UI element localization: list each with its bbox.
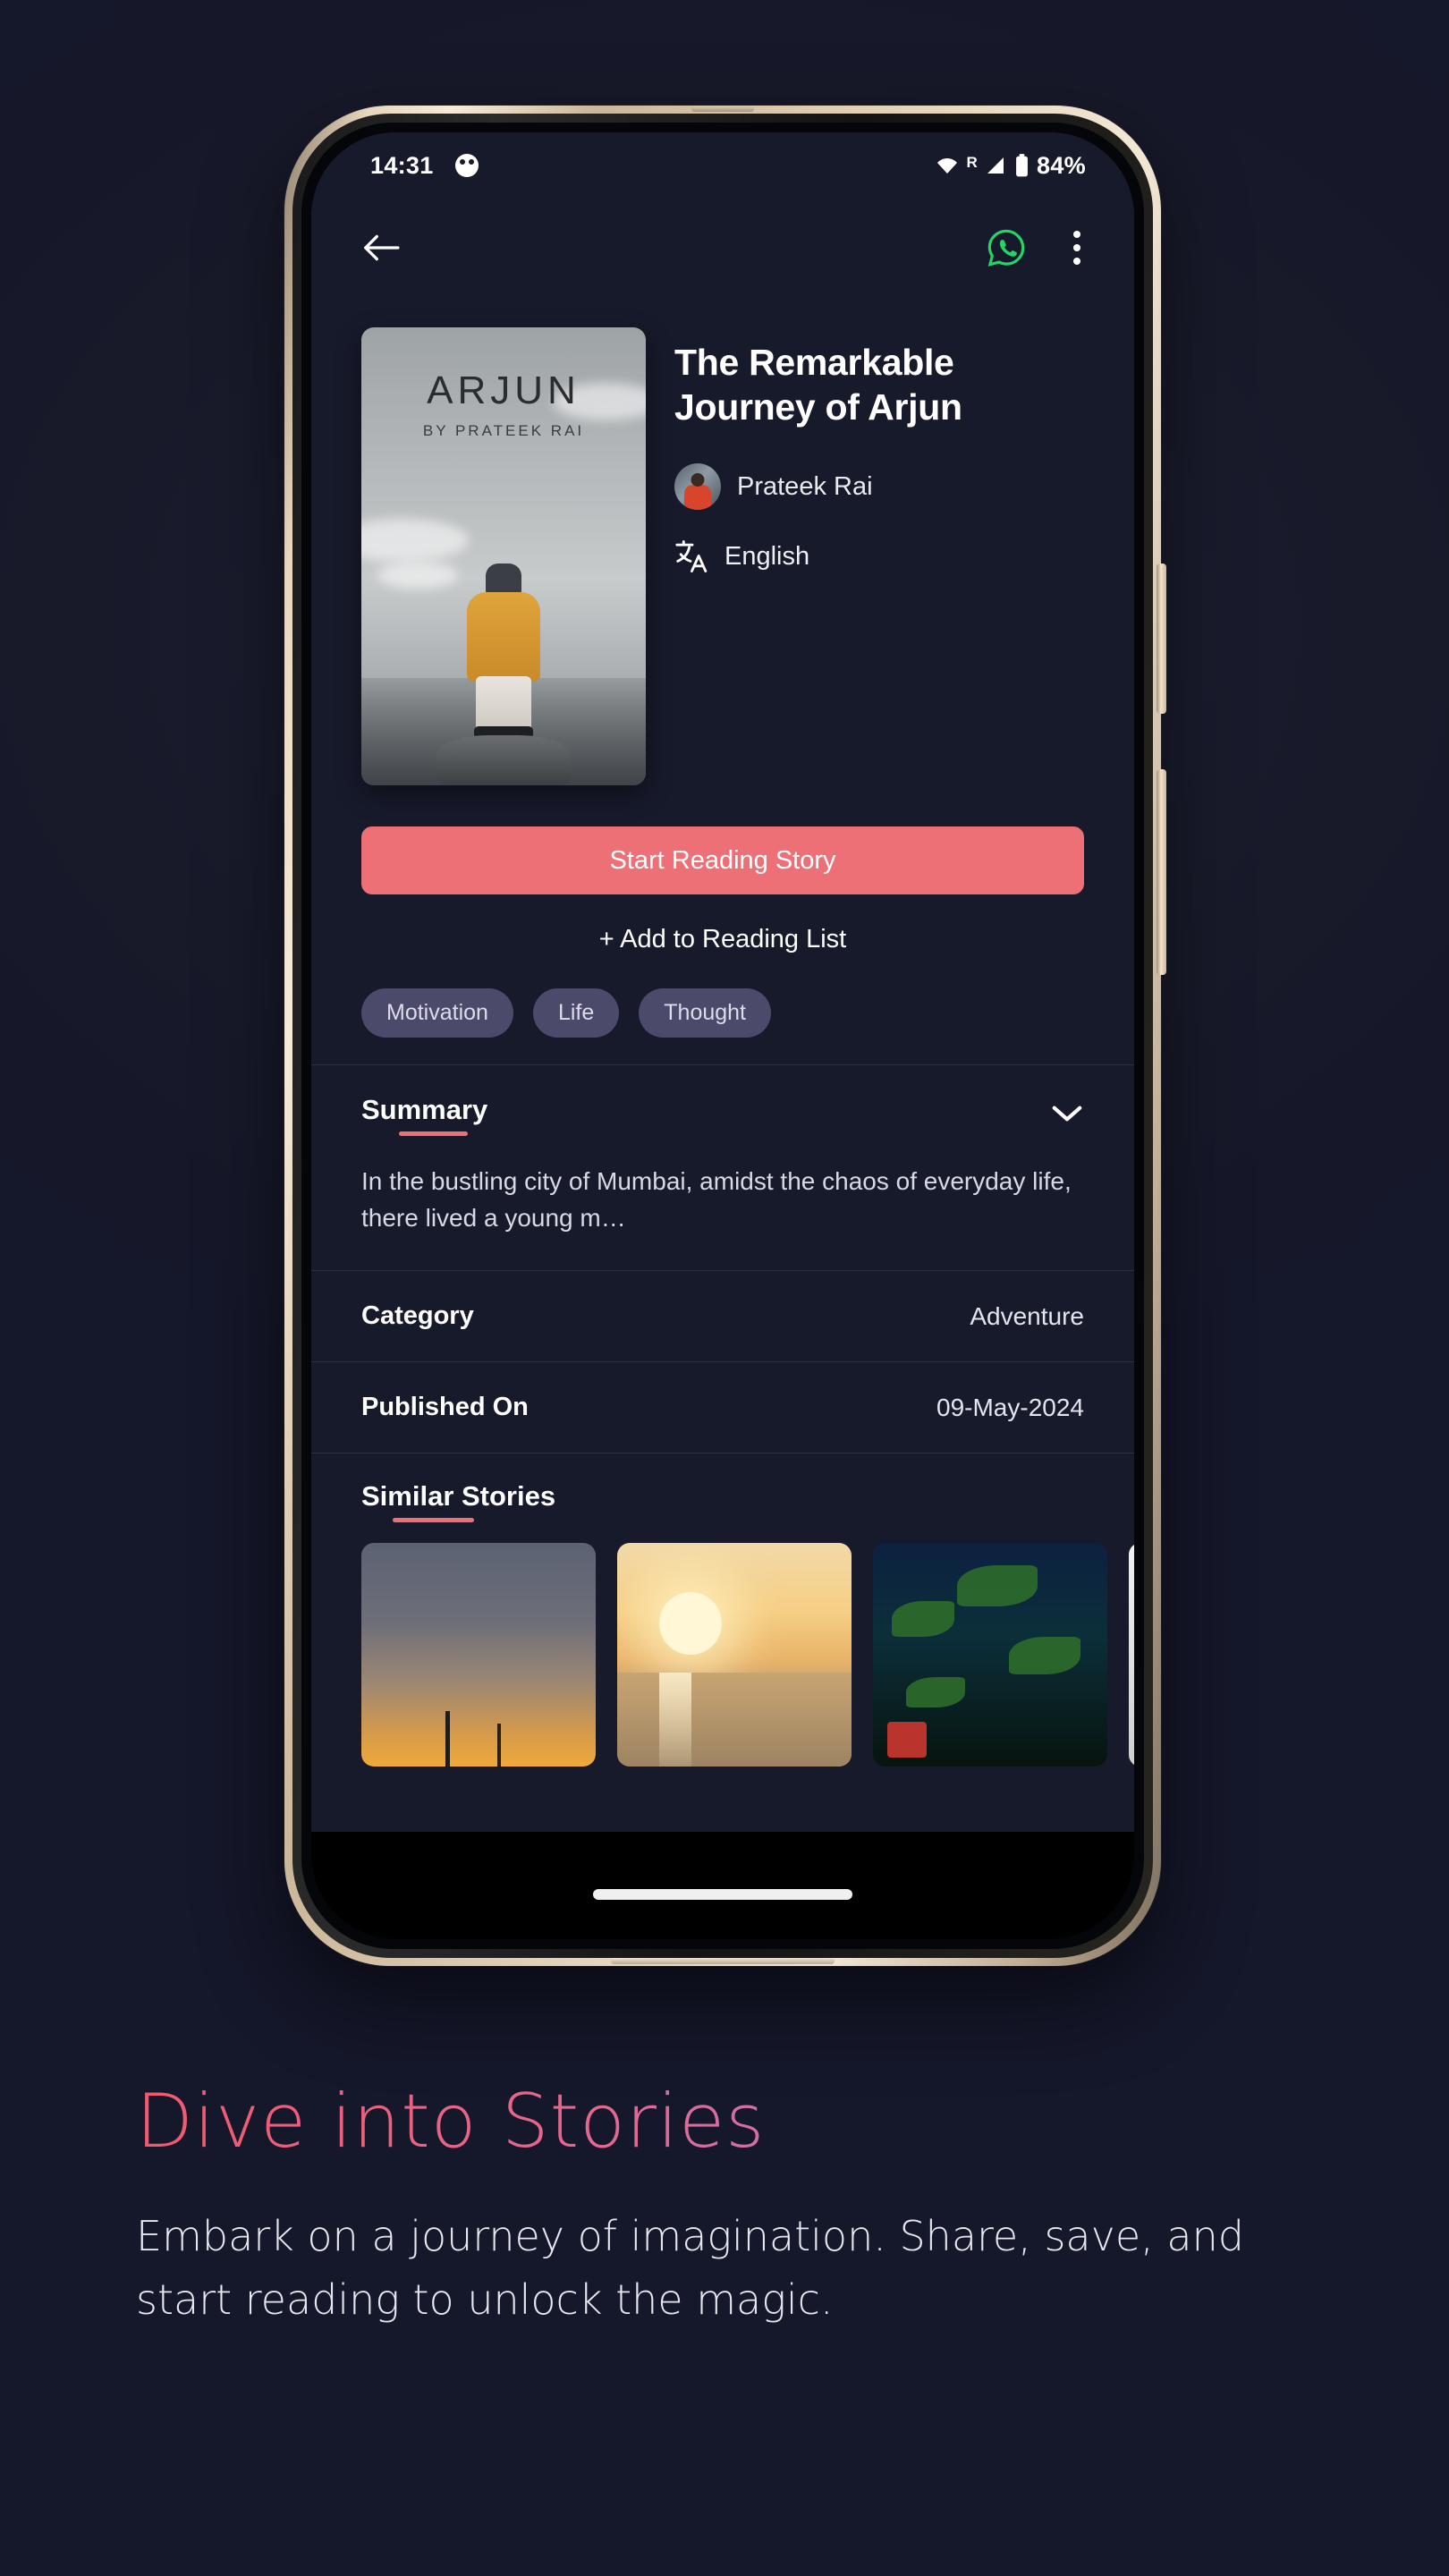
story-hero: ARJUN BY PRATEEK RAI The Remarkable Jour… xyxy=(311,297,1134,785)
cover-byline-text: BY PRATEEK RAI xyxy=(422,422,585,439)
power-button[interactable] xyxy=(1157,769,1166,975)
translate-icon xyxy=(675,540,708,573)
status-bar-left: 14:31 xyxy=(370,152,479,180)
similar-stories-section: Similar Stories xyxy=(311,1453,1134,1767)
earpiece-speaker xyxy=(691,106,754,112)
status-bar-clock: 14:31 xyxy=(370,151,434,179)
battery-percent-label: 84% xyxy=(1037,151,1086,179)
detail-value: 09-May-2024 xyxy=(936,1393,1084,1421)
avatar xyxy=(674,463,721,511)
phone-screen: 14:31 R 84% ARJUN BY PRATEEK RAI The Rem… xyxy=(311,132,1134,1939)
summary-heading: Summary xyxy=(361,1094,488,1136)
back-arrow-icon[interactable] xyxy=(361,233,401,263)
summary-text: In the bustling city of Mumbai, amidst t… xyxy=(361,1167,1072,1232)
detail-row-category: Category Adventure xyxy=(311,1271,1134,1361)
summary-section: Summary In the bustling city of Mumbai, … xyxy=(311,1065,1134,1270)
language-label: English xyxy=(724,541,810,571)
whatsapp-icon[interactable] xyxy=(986,227,1027,268)
add-to-reading-list-button[interactable]: + Add to Reading List xyxy=(311,925,1134,954)
similar-stories-carousel[interactable] xyxy=(361,1543,1134,1767)
detail-key: Category xyxy=(361,1301,474,1331)
author-row[interactable]: Prateek Rai xyxy=(674,463,1084,511)
cover-figure xyxy=(465,564,542,739)
tag-list: Motivation Life Thought xyxy=(311,954,1134,1064)
battery-icon xyxy=(1016,154,1028,177)
chevron-down-icon[interactable] xyxy=(1050,1103,1084,1124)
summary-header[interactable]: Summary xyxy=(361,1094,1084,1136)
author-name: Prateek Rai xyxy=(737,471,873,501)
detail-key: Published On xyxy=(361,1393,529,1422)
language-row: English xyxy=(674,538,1084,574)
tag-chip[interactable]: Thought xyxy=(639,988,772,1038)
cover-cloud xyxy=(361,519,469,562)
page-title: The Remarkable Journey of Arjun xyxy=(674,342,962,428)
similar-story-thumbnail[interactable] xyxy=(617,1543,852,1767)
volume-button[interactable] xyxy=(1157,564,1166,714)
cover-title-text: ARJUN xyxy=(427,369,580,412)
signal-roaming-icon xyxy=(987,157,1004,174)
roaming-indicator: R xyxy=(966,153,979,171)
similar-stories-heading: Similar Stories xyxy=(361,1480,556,1523)
status-bar: 14:31 R 84% xyxy=(311,132,1134,199)
toolbar-actions xyxy=(986,225,1091,270)
story-detail-screen: ARJUN BY PRATEEK RAI The Remarkable Jour… xyxy=(311,297,1134,1939)
cover-rock xyxy=(436,735,571,785)
navigation-bar-area xyxy=(311,1832,1134,1939)
home-gesture-indicator[interactable] xyxy=(593,1889,852,1900)
status-bar-right: R 84% xyxy=(935,152,1086,180)
detail-value: Adventure xyxy=(970,1301,1084,1330)
story-cover-image[interactable]: ARJUN BY PRATEEK RAI xyxy=(361,327,646,785)
phone-bezel: 14:31 R 84% ARJUN BY PRATEEK RAI The Rem… xyxy=(301,123,1144,1949)
similar-story-thumbnail[interactable] xyxy=(873,1543,1107,1767)
tag-chip[interactable]: Motivation xyxy=(361,988,513,1038)
app-toolbar xyxy=(311,199,1134,297)
bottom-bezel-notch xyxy=(611,1958,835,1964)
similar-story-thumbnail[interactable] xyxy=(361,1543,596,1767)
detail-row-published: Published On 09-May-2024 xyxy=(311,1362,1134,1453)
similar-story-thumbnail-partial[interactable] xyxy=(1129,1543,1134,1767)
caption-block: Dive into Stories Embark on a journey of… xyxy=(136,2084,1342,2332)
start-reading-button[interactable]: Start Reading Story xyxy=(361,826,1084,894)
more-vertical-icon[interactable] xyxy=(1063,225,1091,270)
wifi-icon xyxy=(937,158,958,174)
phone-mockup: 14:31 R 84% ARJUN BY PRATEEK RAI The Rem… xyxy=(284,106,1166,1966)
caption-body: Embark on a journey of imagination. Shar… xyxy=(136,2212,1244,2324)
tag-chip[interactable]: Life xyxy=(532,988,620,1038)
cat-face-icon xyxy=(454,154,479,177)
story-meta: The Remarkable Journey of Arjun Prateek … xyxy=(674,327,1084,785)
cover-cloud xyxy=(377,562,458,589)
caption-title: Dive into Stories xyxy=(136,2084,1342,2158)
